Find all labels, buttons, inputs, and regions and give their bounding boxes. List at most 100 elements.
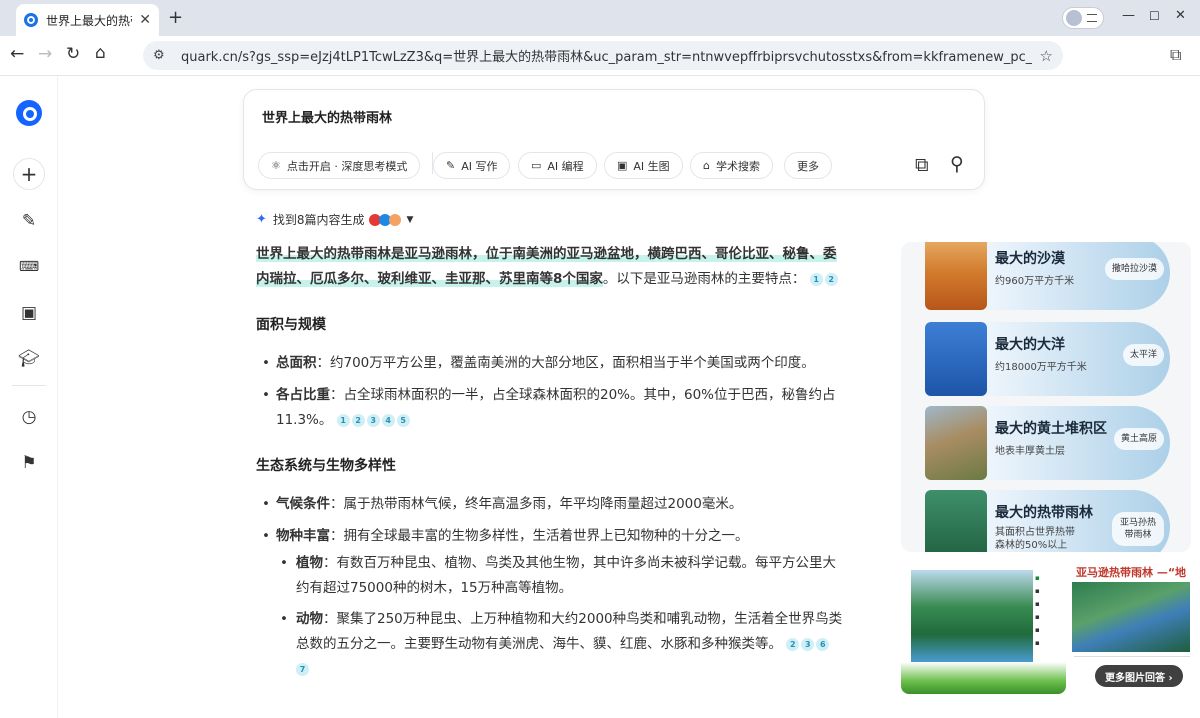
new-tab-button[interactable]: + xyxy=(168,7,183,28)
citation[interactable]: 1 xyxy=(336,413,350,427)
url-text: quark.cn/s?gs_ssp=eJzj4tLP1TcwLzZ3&q=世界上… xyxy=(181,50,1032,65)
citation[interactable]: 2 xyxy=(824,272,838,286)
citation[interactable]: 7 xyxy=(296,662,309,676)
image-icon: ▣ xyxy=(617,159,628,172)
item-label: 总面积 xyxy=(276,355,317,371)
more-images-button[interactable]: 更多图片回答 › xyxy=(1095,665,1183,687)
ai-image-chip[interactable]: ▣ AI 生图 xyxy=(604,152,683,179)
search-icon[interactable]: ⚲ xyxy=(950,153,964,175)
comparison-card[interactable]: 最大的沙漠 约960万平方千米 撒哈拉沙漠 xyxy=(925,242,1170,310)
citation[interactable]: 1 xyxy=(809,272,823,286)
avatar-icon xyxy=(1066,10,1082,26)
rainforest-river-photo xyxy=(911,570,1033,662)
extensions-icon[interactable]: ⧉ xyxy=(1170,45,1181,65)
slide-text: ▪ ▪ ▪ ▪ ▪ ▪ xyxy=(1035,574,1040,647)
answer-content: 世界上最大的热带雨林是亚马逊雨林，位于南美洲的亚马逊盆地，横跨巴西、哥伦比亚、秘… xyxy=(256,242,846,682)
bookmark-star-icon[interactable]: ☆ xyxy=(1040,47,1053,65)
section-heading: 面积与规模 xyxy=(256,317,326,333)
terminal-icon[interactable]: ⌨ xyxy=(16,254,42,280)
sparkle-icon: ✦ xyxy=(256,212,267,227)
intro-text: 。以下是亚马逊雨林的主要特点： xyxy=(602,271,806,287)
citation[interactable]: 2 xyxy=(351,413,365,427)
item-label: 植物 xyxy=(296,555,323,571)
item-text: ：有数百万种昆虫、植物、鸟类及其他生物，其中许多尚未被科学记载。每平方公里大约有… xyxy=(296,555,836,596)
chip-label: 更多 xyxy=(797,159,819,173)
more-chip[interactable]: 更多 xyxy=(784,152,832,179)
card-title: 最大的沙漠 xyxy=(995,251,1065,267)
pen-icon[interactable]: ✎ xyxy=(16,208,42,234)
citation[interactable]: 5 xyxy=(396,413,410,427)
source-avatars xyxy=(368,213,401,226)
browser-toolbar: ← → ↻ ⌂ ⚙ quark.cn/s?gs_ssp=eJzj4tLP1Tcw… xyxy=(0,36,1200,76)
intro-paragraph: 世界上最大的热带雨林是亚马逊雨林，位于南美洲的亚马逊盆地，横跨巴西、哥伦比亚、秘… xyxy=(256,242,846,292)
chip-label: 学术搜索 xyxy=(715,159,760,173)
home-icon[interactable]: ⌂ xyxy=(95,43,106,63)
pen-icon: ✎ xyxy=(446,159,456,172)
card-subtitle: 约18000万平方千米 xyxy=(995,362,1087,373)
image-gen-icon[interactable]: ▣ xyxy=(16,300,42,326)
citation[interactable]: 3 xyxy=(366,413,380,427)
comparison-card[interactable]: 最大的黄土堆积区 地表丰厚黄土层 黄土高原 xyxy=(925,406,1170,480)
item-text: ：拥有全球最丰富的生物多样性，生活着世界上已知物种的十分之一。 xyxy=(330,528,749,544)
chevron-down-icon[interactable]: ▼ xyxy=(407,215,414,225)
citation[interactable]: 3 xyxy=(801,637,815,651)
forward-icon[interactable]: → xyxy=(38,44,52,64)
sub-list-item: 植物：有数百万种昆虫、植物、鸟类及其他生物，其中许多尚未被科学记载。每平方公里大… xyxy=(276,551,846,601)
sources-summary[interactable]: ✦ 找到8篇内容生成 ▼ xyxy=(256,211,413,228)
citation[interactable]: 6 xyxy=(816,637,830,651)
title-bar: 世界上最大的热带雨林 ✕ + — ☐ ✕ xyxy=(0,0,1200,36)
close-window-icon[interactable]: ✕ xyxy=(1175,8,1186,23)
search-query[interactable]: 世界上最大的热带雨林 xyxy=(262,107,392,126)
section-heading: 生态系统与生物多样性 xyxy=(256,458,396,474)
tab-title: 世界上最大的热带雨林 xyxy=(46,13,132,28)
scrollbar[interactable] xyxy=(1190,242,1198,712)
image-result[interactable]: ▪ ▪ ▪ ▪ ▪ ▪ xyxy=(901,560,1066,694)
left-sidebar: + ✎ ⌨ ▣ 🎓︎ ◷ ⚑ xyxy=(0,76,58,718)
card-title: 最大的大洋 xyxy=(995,337,1065,353)
ai-write-chip[interactable]: ✎ AI 写作 xyxy=(433,152,511,179)
deep-think-chip[interactable]: ⚛ 点击开启 · 深度思考模式 xyxy=(258,152,421,179)
image-upload-icon[interactable]: ⧉ xyxy=(915,154,929,176)
bookmark-plus-icon[interactable]: ⚑ xyxy=(16,450,42,476)
comparison-card[interactable]: 最大的大洋 约18000万平方千米 太平洋 xyxy=(925,322,1170,396)
address-bar[interactable]: ⚙ quark.cn/s?gs_ssp=eJzj4tLP1TcwLzZ3&q=世… xyxy=(143,41,1063,70)
card-title: 最大的黄土堆积区 xyxy=(995,421,1107,437)
image-answer-panel[interactable]: 最大的沙漠 约960万平方千米 撒哈拉沙漠 最大的大洋 约18000万平方千米 … xyxy=(901,242,1191,552)
card-tag: 黄土高原 xyxy=(1113,428,1164,450)
loess-thumbnail xyxy=(925,406,987,480)
card-tag: 太平洋 xyxy=(1122,344,1164,366)
card-subtitle: 约960万平方千米 xyxy=(995,276,1075,287)
academic-cap-icon[interactable]: 🎓︎ xyxy=(16,346,42,372)
back-icon[interactable]: ← xyxy=(10,44,24,64)
item-label: 物种丰富 xyxy=(276,528,330,544)
quark-favicon-icon xyxy=(24,13,38,27)
chip-label: AI 生图 xyxy=(633,159,670,173)
academic-cap-icon: ⌂ xyxy=(703,159,710,172)
comparison-card[interactable]: 最大的热带雨林 其面积占世界热带森林的50%以上 亚马孙热带雨林 xyxy=(925,490,1170,552)
ai-code-chip[interactable]: ▭ AI 编程 xyxy=(518,152,597,179)
card-subtitle: 地表丰厚黄土层 xyxy=(995,446,1065,457)
new-chat-button[interactable]: + xyxy=(13,158,45,190)
grass-decoration xyxy=(901,662,1066,694)
close-tab-icon[interactable]: ✕ xyxy=(139,12,151,28)
chip-label: AI 写作 xyxy=(461,159,498,173)
item-label: 各占比重 xyxy=(276,387,330,403)
site-settings-icon[interactable]: ⚙ xyxy=(153,48,175,63)
list-item: 气候条件：属于热带雨林气候，终年高温多雨，年平均降雨量超过2000毫米。 xyxy=(256,492,846,517)
list-item: 总面积：约700万平方公里，覆盖南美洲的大部分地区，面积相当于半个美国或两个印度… xyxy=(256,351,846,376)
quark-logo-icon[interactable] xyxy=(16,100,42,126)
list-item: 物种丰富：拥有全球最丰富的生物多样性，生活着世界上已知物种的十分之一。 xyxy=(256,524,846,549)
item-text: ：约700万平方公里，覆盖南美洲的大部分地区，面积相当于半个美国或两个印度。 xyxy=(316,355,815,371)
card-title: 最大的热带雨林 xyxy=(995,505,1093,521)
sidebar-divider xyxy=(12,385,46,386)
minimize-icon[interactable]: — xyxy=(1122,8,1135,23)
browser-tab[interactable]: 世界上最大的热带雨林 ✕ xyxy=(16,4,159,36)
reload-icon[interactable]: ↻ xyxy=(66,44,80,64)
maximize-icon[interactable]: ☐ xyxy=(1149,9,1160,23)
citation[interactable]: 2 xyxy=(786,637,800,651)
profile-button[interactable] xyxy=(1062,7,1104,29)
history-clock-icon[interactable]: ◷ xyxy=(16,404,42,430)
citation[interactable]: 4 xyxy=(381,413,395,427)
academic-search-chip[interactable]: ⌂ 学术搜索 xyxy=(690,152,773,179)
item-text: ：聚集了250万种昆虫、上万种植物和大约2000种鸟类和哺乳动物，生活着全世界鸟… xyxy=(296,611,843,652)
